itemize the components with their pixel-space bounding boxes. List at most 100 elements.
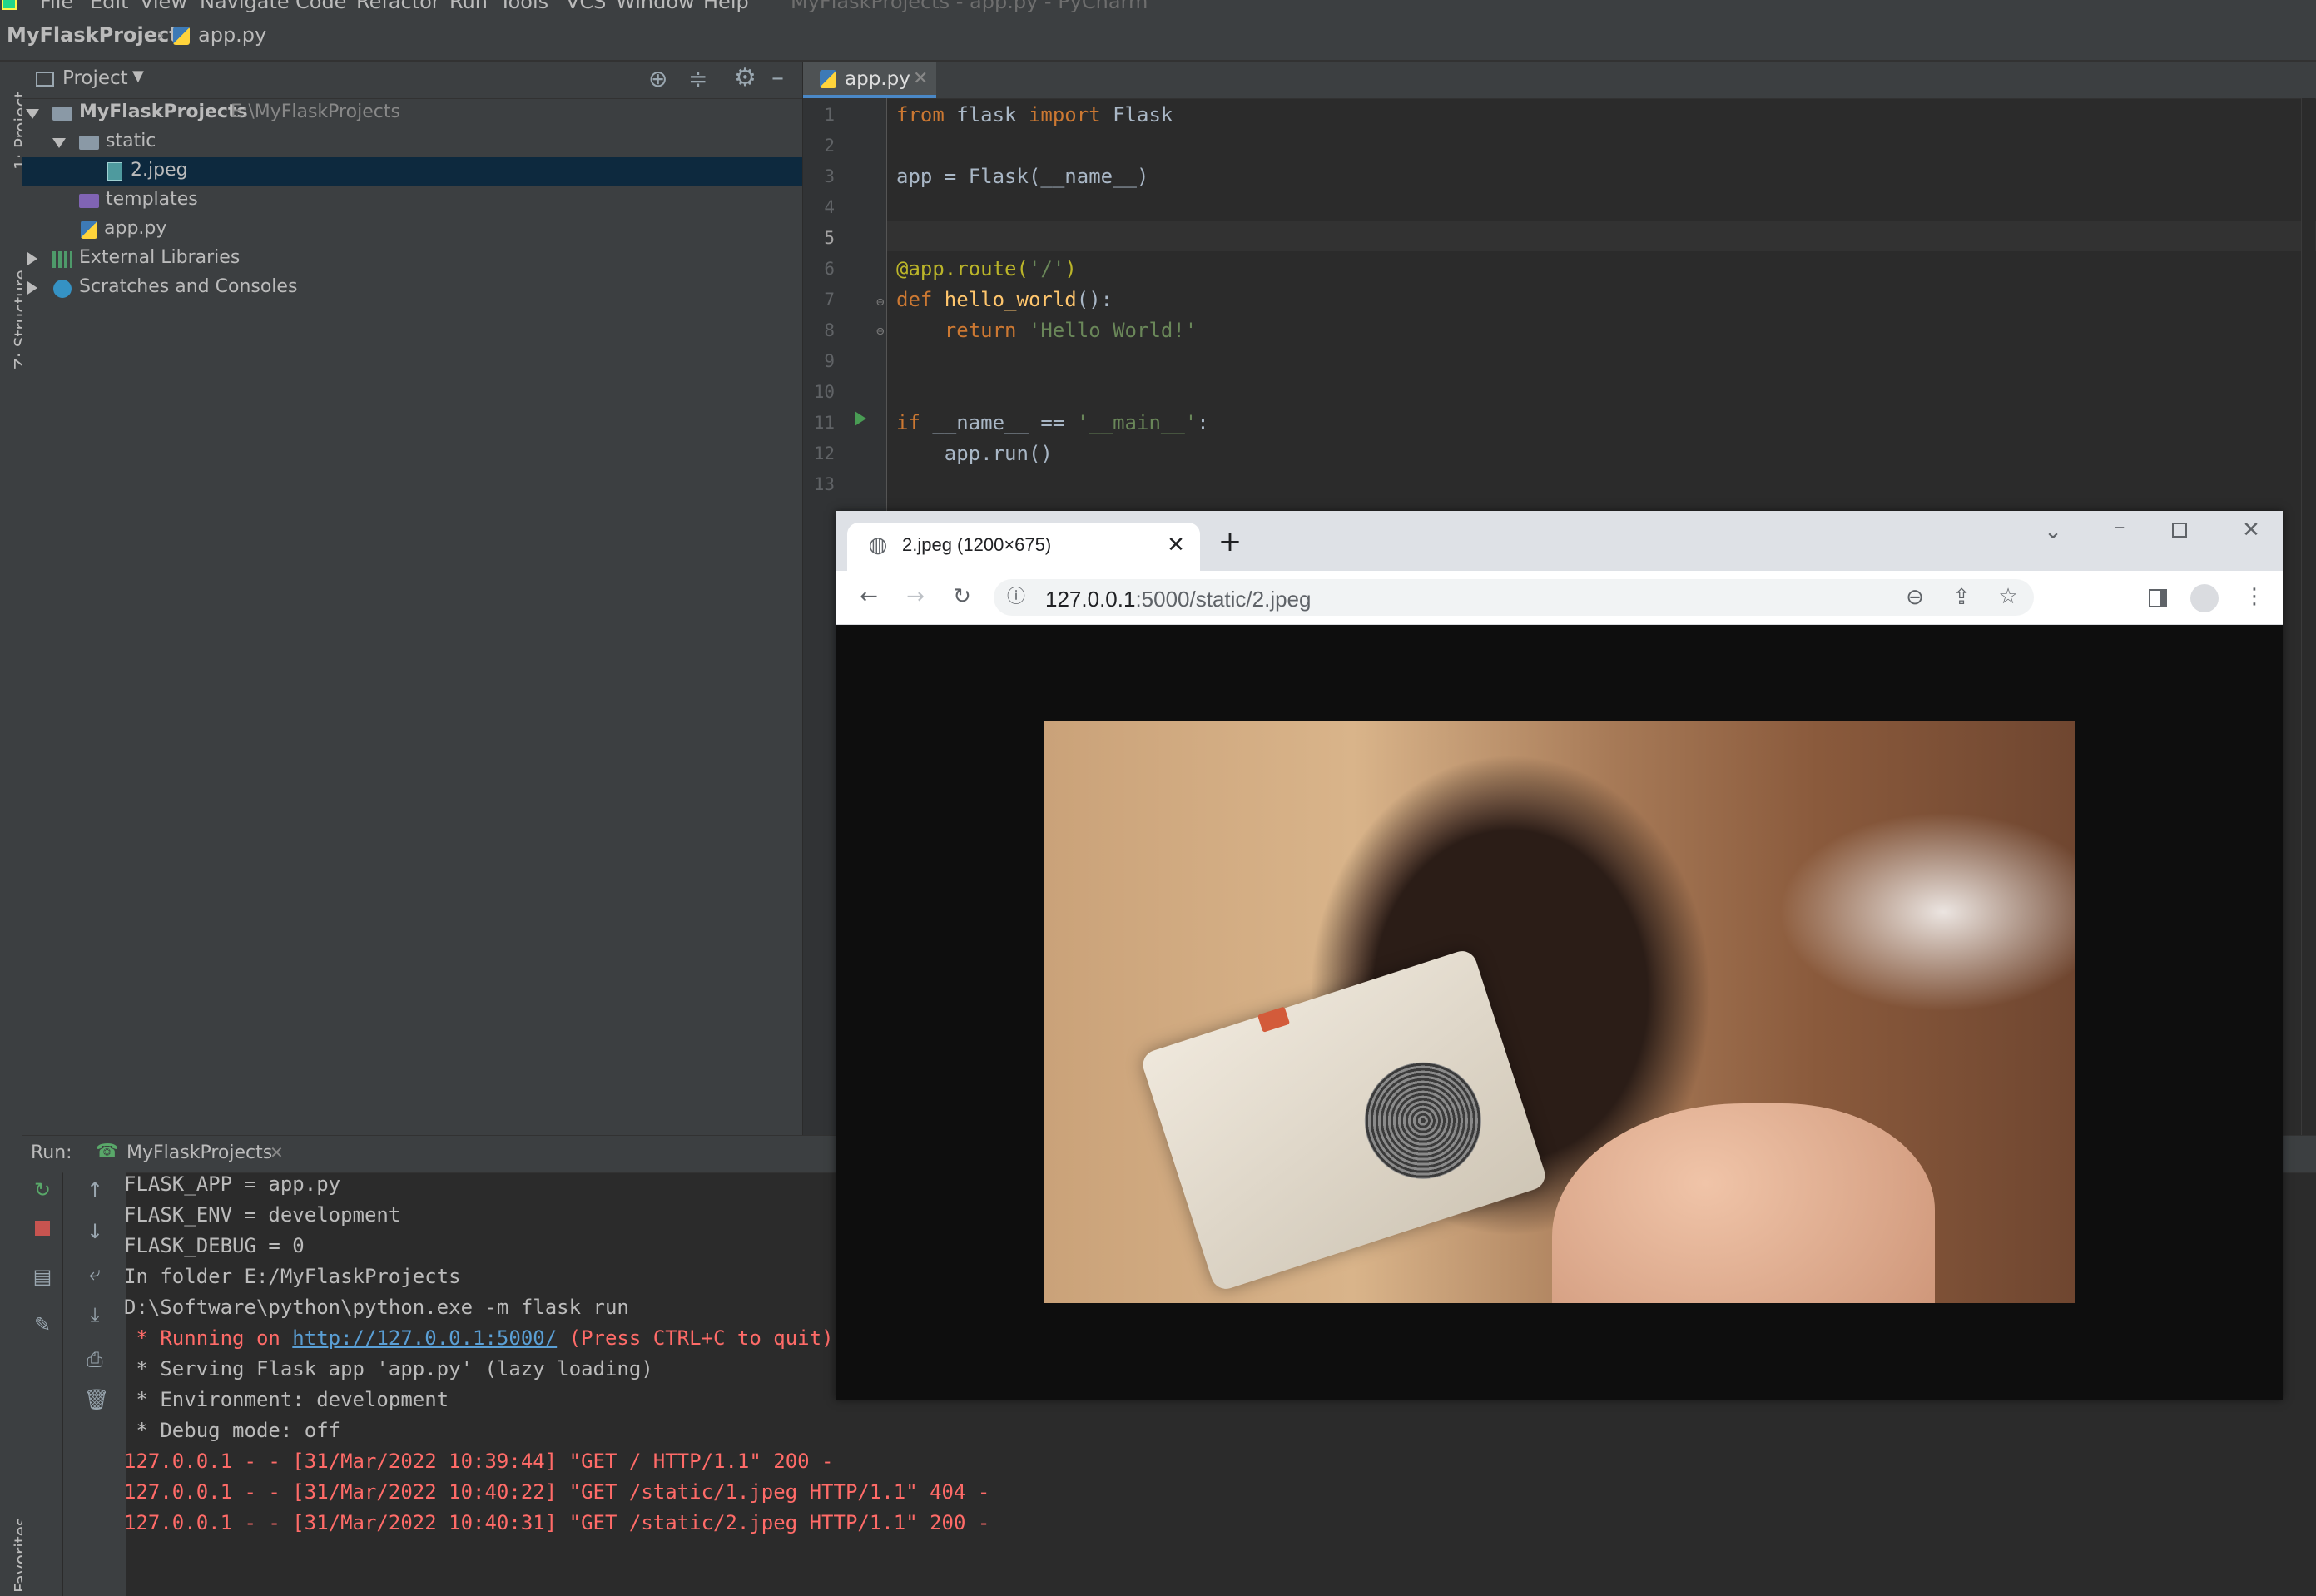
code-token: import [1028,103,1101,126]
editor-scrollbar[interactable] [2301,98,2315,1135]
menu-edit[interactable]: Edit [90,0,128,13]
code-token: hello_world [932,288,1077,311]
photo-cassette-recorder [1138,947,1550,1293]
maximize-icon[interactable] [2172,523,2187,538]
code-token: if [896,411,920,434]
folder-icon [79,136,99,150]
code-token: '/' [1028,257,1065,280]
close-icon[interactable]: ✕ [1163,533,1188,558]
chevron-down-icon[interactable]: ⌄ [2038,519,2068,544]
server-url-link[interactable]: http://127.0.0.1:5000/ [292,1326,557,1350]
tree-item-scratches[interactable]: Scratches and Consoles [22,274,802,303]
tree-item-templates[interactable]: templates [22,186,802,216]
zoom-out-icon[interactable]: ⊖ [1901,585,1929,610]
close-icon[interactable]: ✕ [913,68,928,89]
project-panel: Project ▼ ⊕ ≑ ⚙ – MyFlaskProjects E:\MyF… [22,62,802,1135]
editor-tab-label: app.py [845,68,910,90]
menu-tools[interactable]: Tools [499,0,548,13]
code-token: return [896,319,1017,342]
console-line: In folder E:/MyFlaskProjects [124,1265,461,1288]
expand-arrow-icon[interactable] [27,252,37,265]
menu-window[interactable]: Window [616,0,695,13]
hide-icon[interactable]: – [771,63,784,92]
displayed-image[interactable] [1044,721,2075,1303]
menu-file[interactable]: File [40,0,73,13]
forward-icon[interactable]: → [899,584,932,609]
python-file-icon [173,27,190,45]
code-token: Flask [1100,103,1173,126]
code-token: '__main__' [1076,411,1198,434]
breadcrumb-file[interactable]: app.py [198,23,266,47]
collapse-all-icon[interactable]: ≑ [688,65,707,92]
tree-item-label: app.py [104,218,167,239]
window-title: MyFlaskProjects - app.py - PyCharm [791,0,1148,13]
menu-help[interactable]: Help [703,0,749,13]
project-view-title[interactable]: Project [62,67,128,89]
tree-item-2-jpeg[interactable]: 2.jpeg [22,157,802,186]
library-icon [52,251,72,268]
address-bar[interactable]: ⓘ 127.0.0.1:5000/static/2.jpeg ⊖ ⇪ ☆ [994,579,2034,616]
folder-icon [52,107,72,121]
profile-icon[interactable] [2190,584,2219,612]
tree-item-label: External Libraries [79,247,241,268]
tree-item-static[interactable]: static [22,128,802,157]
browser-tab[interactable]: ◍ 2.jpeg (1200×675) ✕ [847,523,1200,571]
console-line: * Running on http://127.0.0.1:5000/ (Pre… [124,1326,834,1350]
code-token: : [1197,411,1209,434]
side-panel-icon[interactable] [2149,589,2167,607]
reload-icon[interactable]: ↻ [945,584,979,609]
photo-recorder-speaker [1349,1047,1497,1194]
chevron-down-icon[interactable]: ▼ [132,67,144,85]
code-line-8: return 'Hello World!' [896,319,1197,342]
expand-arrow-icon[interactable] [52,138,66,148]
breadcrumb-separator: › [156,23,165,47]
locate-icon[interactable]: ⊕ [648,65,667,92]
photo-recorder-button [1257,1006,1291,1033]
navigation-bar: MyFlaskProjects › app.py [0,17,2316,62]
console-line: FLASK_DEBUG = 0 [124,1234,305,1257]
close-window-icon[interactable]: ✕ [2236,518,2266,543]
run-label: Run: [31,1142,72,1163]
menu-vcs[interactable]: VCS [566,0,606,13]
console-line: 127.0.0.1 - - [31/Mar/2022 10:40:31] "GE… [124,1511,990,1534]
console-text: (Press CTRL+C to quit) [557,1326,834,1350]
console-line: * Environment: development [124,1388,449,1411]
expand-arrow-icon[interactable] [27,281,37,295]
url-path: :5000/static/2.jpeg [1135,587,1312,612]
menu-view[interactable]: View [140,0,187,13]
tree-item-label: Scratches and Consoles [79,276,298,297]
python-file-icon [820,70,836,88]
tree-item-project-root[interactable]: MyFlaskProjects E:\MyFlaskProjects [22,99,802,128]
code-line-6: @app.route('/') [896,257,1077,280]
expand-arrow-icon[interactable] [26,109,39,119]
pycharm-logo-icon [2,0,17,10]
info-icon[interactable]: ⓘ [1004,585,1029,610]
gear-icon[interactable]: ⚙ [734,63,756,92]
tree-item-label: static [106,131,156,151]
code-token: @app.route( [896,257,1029,280]
tree-item-app-py[interactable]: app.py [22,216,802,245]
tree-item-external-libraries[interactable]: External Libraries [22,245,802,274]
console-line: * Serving Flask app 'app.py' (lazy loadi… [124,1357,653,1380]
console-line: FLASK_APP = app.py [124,1172,341,1196]
plus-icon[interactable]: + [1215,528,1245,556]
code-line-7: def hello_world(): [896,288,1113,311]
menu-icon[interactable]: ⋮ [2242,584,2267,609]
code-token: (): [1076,288,1113,311]
minimize-icon[interactable]: – [2105,514,2135,539]
code-token: from [896,103,945,126]
share-icon[interactable]: ⇪ [1947,585,1976,610]
menu-code[interactable]: Code [295,0,346,13]
close-icon[interactable]: ✕ [270,1142,284,1162]
menu-navigate[interactable]: Navigate [200,0,290,13]
editor-tab-app-py[interactable]: app.py ✕ [803,62,936,98]
console-line: FLASK_ENV = development [124,1203,401,1227]
back-icon[interactable]: ← [852,584,885,609]
star-icon[interactable]: ☆ [1994,584,2022,609]
browser-tab-title: 2.jpeg (1200×675) [902,534,1052,555]
tree-item-label: 2.jpeg [131,160,188,181]
menu-run[interactable]: Run [449,0,488,13]
browser-tab-strip: ◍ 2.jpeg (1200×675) ✕ + ⌄ – ✕ [836,511,2283,571]
run-config-tab[interactable]: MyFlaskProjects [126,1142,272,1163]
menu-refactor[interactable]: Refactor [356,0,440,13]
